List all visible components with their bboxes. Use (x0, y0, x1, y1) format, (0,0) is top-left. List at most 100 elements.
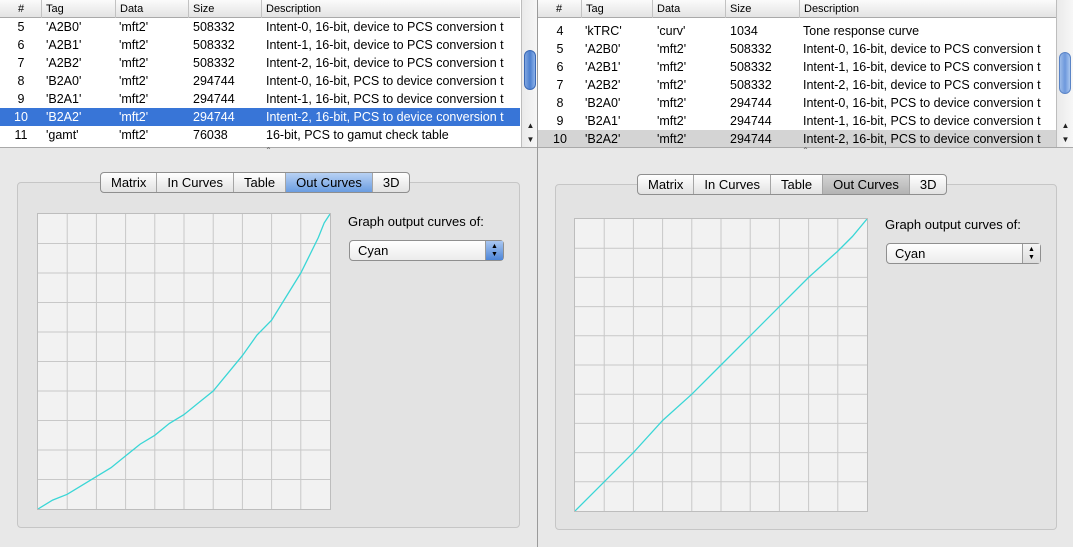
row-size: 294744 (193, 110, 235, 124)
tab-out-curves[interactable]: Out Curves (823, 175, 910, 194)
scroll-down-arrow-icon[interactable]: ▼ (1057, 133, 1073, 147)
row-tag: 'B2A1' (46, 92, 82, 106)
row-description: Intent-1, 16-bit, device to PCS conversi… (803, 60, 1041, 74)
channel-popup-value: Cyan (358, 243, 389, 258)
row-data: 'mft2' (119, 20, 149, 34)
column-header-number[interactable]: # (0, 0, 42, 18)
column-header-description[interactable]: Description (800, 0, 1057, 18)
column-header-tag[interactable]: Tag (582, 0, 653, 18)
graph-output-label: Graph output curves of: (885, 217, 1021, 232)
row-description: Intent-1, 16-bit, PCS to device conversi… (266, 92, 504, 106)
table-header: # Tag Data Size Description (0, 0, 520, 18)
column-header-data[interactable]: Data (653, 0, 726, 18)
table-row[interactable]: 11 'gamt' 'mft2' 76038 16-bit, PCS to ga… (0, 126, 520, 144)
row-data: 'mft2' (657, 114, 687, 128)
row-tag: 'A2B1' (46, 38, 82, 52)
column-header-size[interactable]: Size (189, 0, 262, 18)
row-description: Intent-2, 16-bit, device to PCS conversi… (266, 56, 504, 70)
tab-out-curves[interactable]: Out Curves (286, 173, 373, 192)
table-row-selected[interactable]: 10 'B2A2' 'mft2' 294744 Intent-2, 16-bit… (0, 108, 520, 126)
row-data: 'mft2' (657, 78, 687, 92)
table-row[interactable]: 8 'B2A0' 'mft2' 294744 Intent-0, 16-bit,… (538, 94, 1057, 112)
row-tag: 'A2B0' (46, 20, 82, 34)
row-number: 10 (14, 110, 28, 124)
tab-matrix[interactable]: Matrix (101, 173, 158, 192)
table-row[interactable]: 6 'A2B1' 'mft2' 508332 Intent-1, 16-bit,… (0, 36, 520, 54)
popup-arrows-icon: ▲ ▼ (1022, 244, 1040, 263)
column-header-tag[interactable]: Tag (42, 0, 116, 18)
row-description: Intent-1, 16-bit, device to PCS conversi… (266, 38, 504, 52)
row-data: 'mft2' (657, 96, 687, 110)
row-size: 294744 (730, 132, 772, 146)
tab-in-curves[interactable]: In Curves (157, 173, 235, 192)
row-number: 4 (556, 24, 564, 38)
tag-table: # Tag Data Size Description 5 'A2B0' 'mf… (0, 0, 537, 147)
table-row[interactable]: 5 'A2B0' 'mft2' 508332 Intent-0, 16-bit,… (0, 18, 520, 36)
column-header-number[interactable]: # (538, 0, 582, 18)
scroll-down-arrow-icon[interactable]: ▼ (522, 133, 537, 147)
divider-grip-icon: ⌃ (265, 146, 272, 155)
tab-table[interactable]: Table (771, 175, 824, 194)
scroll-up-arrow-icon[interactable]: ▲ (522, 119, 537, 133)
row-data: 'mft2' (657, 42, 687, 56)
row-number: 11 (14, 128, 28, 142)
row-tag: 'B2A2' (585, 132, 621, 146)
tab-3d[interactable]: 3D (910, 175, 947, 194)
row-number: 10 (553, 132, 567, 146)
table-row-selected[interactable]: 10 'B2A2' 'mft2' 294744 Intent-2, 16-bit… (538, 130, 1057, 147)
column-header-data[interactable]: Data (116, 0, 189, 18)
scroll-arrows: ▲ ▼ (1057, 119, 1073, 147)
scroll-up-arrow-icon[interactable]: ▲ (1057, 119, 1073, 133)
row-size: 294744 (730, 114, 772, 128)
row-number: 8 (17, 74, 25, 88)
table-row[interactable]: 7 'A2B2' 'mft2' 508332 Intent-2, 16-bit,… (0, 54, 520, 72)
table-row[interactable]: 9 'B2A1' 'mft2' 294744 Intent-1, 16-bit,… (538, 112, 1057, 130)
row-description: Intent-0, 16-bit, device to PCS conversi… (266, 20, 504, 34)
row-tag: 'B2A0' (585, 96, 621, 110)
scrollbar-thumb[interactable] (1059, 52, 1071, 94)
table-header: # Tag Data Size Description (538, 0, 1057, 18)
row-tag: 'A2B0' (585, 42, 621, 56)
table-row[interactable]: 9 'B2A1' 'mft2' 294744 Intent-1, 16-bit,… (0, 90, 520, 108)
row-size: 508332 (730, 60, 772, 74)
row-tag: 'A2B2' (585, 78, 621, 92)
tab-in-curves[interactable]: In Curves (694, 175, 772, 194)
scrollbar-thumb[interactable] (524, 50, 536, 90)
table-scrollbar[interactable]: ▲ ▼ (521, 0, 537, 147)
row-description: 16-bit, PCS to gamut check table (266, 128, 449, 142)
row-number: 7 (556, 78, 564, 92)
row-data: 'mft2' (119, 92, 149, 106)
channel-popup-value: Cyan (895, 246, 926, 261)
row-size: 508332 (730, 42, 772, 56)
row-description: Intent-2, 16-bit, device to PCS conversi… (803, 78, 1041, 92)
row-number: 9 (17, 92, 25, 106)
row-number: 7 (17, 56, 25, 70)
tab-matrix[interactable]: Matrix (638, 175, 695, 194)
table-row[interactable]: 6 'A2B1' 'mft2' 508332 Intent-1, 16-bit,… (538, 58, 1057, 76)
table-row[interactable]: 4 'kTRC' 'curv' 1034 Tone response curve (538, 22, 1057, 40)
row-data: 'curv' (657, 24, 686, 38)
row-size: 1034 (730, 24, 758, 38)
split-view-divider[interactable]: ⌃ (0, 147, 537, 155)
row-size: 294744 (193, 92, 235, 106)
table-row[interactable]: 7 'A2B2' 'mft2' 508332 Intent-2, 16-bit,… (538, 76, 1057, 94)
view-tabs: Matrix In Curves Table Out Curves 3D (100, 172, 411, 193)
channel-popup[interactable]: Cyan ▲ ▼ (349, 240, 504, 261)
tab-table[interactable]: Table (234, 173, 287, 192)
row-tag: 'gamt' (46, 128, 79, 142)
table-row[interactable]: 8 'B2A0' 'mft2' 294744 Intent-0, 16-bit,… (0, 72, 520, 90)
row-tag: 'B2A0' (46, 74, 82, 88)
row-description: Tone response curve (803, 24, 920, 38)
output-curve-graph (37, 213, 331, 510)
channel-popup[interactable]: Cyan ▲ ▼ (886, 243, 1041, 264)
row-size: 76038 (193, 128, 228, 142)
column-header-size[interactable]: Size (726, 0, 800, 18)
tab-3d[interactable]: 3D (373, 173, 410, 192)
row-tag: 'B2A2' (46, 110, 82, 124)
table-scrollbar[interactable]: ▲ ▼ (1056, 0, 1073, 147)
table-row[interactable]: 5 'A2B0' 'mft2' 508332 Intent-0, 16-bit,… (538, 40, 1057, 58)
graph-output-label: Graph output curves of: (348, 214, 484, 229)
column-header-description[interactable]: Description (262, 0, 520, 18)
split-view-divider[interactable]: ⌃ (538, 147, 1073, 155)
curve-plot-svg (38, 214, 330, 509)
